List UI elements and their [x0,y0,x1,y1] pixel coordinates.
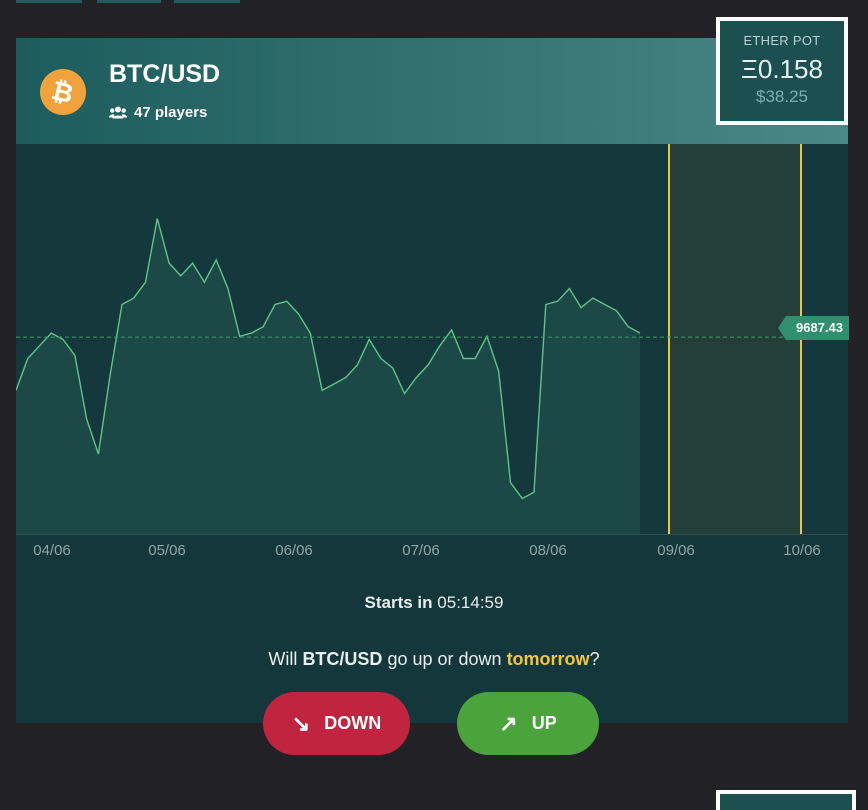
question-highlight: tomorrow [507,649,590,669]
down-button[interactable]: ↘ DOWN [263,692,410,755]
pot-label: ETHER POT [720,33,844,48]
countdown: Starts in 05:14:59 [0,593,868,613]
x-tick-label: 08/06 [529,542,567,559]
x-tick-label: 04/06 [33,542,71,559]
pair-title: BTC/USD [109,60,220,89]
bitcoin-icon: ₿ [40,69,86,115]
players-label: 47 players [134,104,207,121]
up-label: UP [532,713,557,734]
x-tick-label: 07/06 [402,542,440,559]
starts-label: Starts in [365,593,433,612]
pot-usd-value: $38.25 [720,87,844,107]
question-middle: go up or down [387,649,501,669]
x-tick-label: 05/06 [148,542,186,559]
ether-pot: ETHER POT Ξ0.158 $38.25 [716,17,848,125]
next-card-pot [716,790,856,810]
question-prefix: Will [268,649,297,669]
x-tick-label: 06/06 [275,542,313,559]
question-pair: BTC/USD [302,649,382,669]
price-chart [16,144,848,536]
arrow-down-right-icon: ↘ [292,711,310,737]
x-tick-label: 10/06 [783,542,821,559]
question-suffix: ? [590,649,600,669]
down-label: DOWN [324,713,381,734]
countdown-time: 05:14:59 [437,593,503,612]
question: Will BTC/USD go up or down tomorrow? [0,649,868,670]
pot-eth-value: Ξ0.158 [720,54,844,85]
current-price-tag: 9687.43 [786,316,849,340]
users-icon [109,106,127,119]
players-count: 47 players [109,104,207,121]
up-button[interactable]: ↗ UP [457,692,599,755]
top-tab[interactable] [174,0,240,3]
x-tick-label: 09/06 [657,542,695,559]
top-tab[interactable] [16,0,82,3]
arrow-up-right-icon: ↗ [499,711,517,737]
top-tab[interactable] [97,0,161,3]
